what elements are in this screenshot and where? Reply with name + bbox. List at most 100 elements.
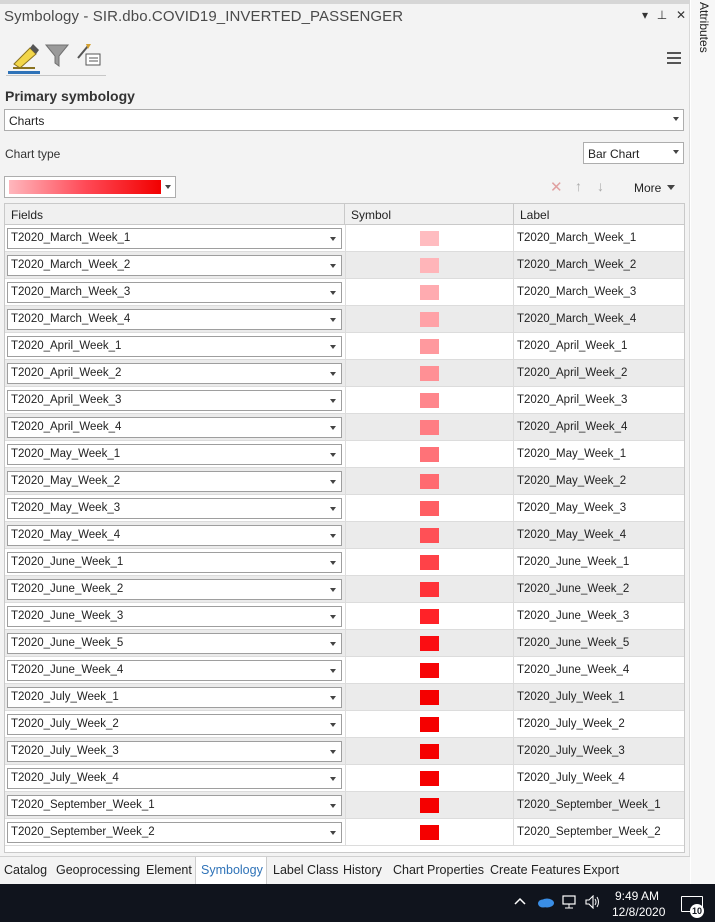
label-cell[interactable]: T2020_May_Week_4 xyxy=(517,529,626,541)
table-row[interactable]: T2020_July_Week_1 T2020_July_Week_1 xyxy=(5,684,684,711)
symbol-swatch[interactable] xyxy=(420,825,439,840)
symbol-swatch[interactable] xyxy=(420,555,439,570)
label-cell[interactable]: T2020_June_Week_1 xyxy=(517,556,629,568)
field-select[interactable]: T2020_June_Week_1 xyxy=(7,552,342,573)
field-select[interactable]: T2020_May_Week_1 xyxy=(7,444,342,465)
label-cell[interactable]: T2020_June_Week_3 xyxy=(517,610,629,622)
symbol-swatch[interactable] xyxy=(420,798,439,813)
table-row[interactable]: T2020_June_Week_2 T2020_June_Week_2 xyxy=(5,576,684,603)
vary-symbology-icon[interactable] xyxy=(74,40,104,70)
header-symbol[interactable]: Symbol xyxy=(345,204,514,224)
label-cell[interactable]: T2020_March_Week_1 xyxy=(517,232,636,244)
header-label[interactable]: Label xyxy=(514,204,684,224)
field-select[interactable]: T2020_March_Week_4 xyxy=(7,309,342,330)
field-select[interactable]: T2020_July_Week_1 xyxy=(7,687,342,708)
hamburger-menu-icon[interactable] xyxy=(667,52,681,64)
symbol-swatch[interactable] xyxy=(420,636,439,651)
field-select[interactable]: T2020_April_Week_1 xyxy=(7,336,342,357)
field-select[interactable]: T2020_September_Week_1 xyxy=(7,795,342,816)
label-cell[interactable]: T2020_April_Week_1 xyxy=(517,340,627,352)
table-row[interactable]: T2020_April_Week_3 T2020_April_Week_3 xyxy=(5,387,684,414)
primary-symbology-select[interactable]: Charts xyxy=(4,109,684,131)
symbol-swatch[interactable] xyxy=(420,393,439,408)
field-select[interactable]: T2020_April_Week_3 xyxy=(7,390,342,411)
table-row[interactable]: T2020_March_Week_2 T2020_March_Week_2 xyxy=(5,252,684,279)
field-select[interactable]: T2020_July_Week_3 xyxy=(7,741,342,762)
tab-create-features[interactable]: Create Features xyxy=(490,863,580,877)
tab-history[interactable]: History xyxy=(343,863,382,877)
network-icon[interactable] xyxy=(562,895,578,912)
header-fields[interactable]: Fields xyxy=(5,204,345,224)
label-cell[interactable]: T2020_March_Week_3 xyxy=(517,286,636,298)
label-cell[interactable]: T2020_June_Week_2 xyxy=(517,583,629,595)
symbol-swatch[interactable] xyxy=(420,447,439,462)
symbol-swatch[interactable] xyxy=(420,663,439,678)
table-row[interactable]: T2020_May_Week_2 T2020_May_Week_2 xyxy=(5,468,684,495)
tab-element[interactable]: Element xyxy=(146,863,192,877)
primary-symbology-tool-icon[interactable] xyxy=(10,40,40,70)
table-row[interactable]: T2020_May_Week_3 T2020_May_Week_3 xyxy=(5,495,684,522)
label-cell[interactable]: T2020_April_Week_4 xyxy=(517,421,627,433)
field-select[interactable]: T2020_April_Week_2 xyxy=(7,363,342,384)
field-select[interactable]: T2020_March_Week_3 xyxy=(7,282,342,303)
label-cell[interactable]: T2020_July_Week_1 xyxy=(517,691,625,703)
label-cell[interactable]: T2020_July_Week_4 xyxy=(517,772,625,784)
label-cell[interactable]: T2020_June_Week_5 xyxy=(517,637,629,649)
symbol-swatch[interactable] xyxy=(420,717,439,732)
table-row[interactable]: T2020_September_Week_2 T2020_September_We… xyxy=(5,819,684,846)
symbol-swatch[interactable] xyxy=(420,501,439,516)
filter-icon[interactable] xyxy=(42,40,72,70)
symbol-swatch[interactable] xyxy=(420,285,439,300)
table-row[interactable]: T2020_May_Week_4 T2020_May_Week_4 xyxy=(5,522,684,549)
move-up-icon[interactable]: ↑ xyxy=(575,178,582,194)
symbol-swatch[interactable] xyxy=(420,528,439,543)
label-cell[interactable]: T2020_July_Week_2 xyxy=(517,718,625,730)
table-row[interactable]: T2020_June_Week_5 T2020_June_Week_5 xyxy=(5,630,684,657)
label-cell[interactable]: T2020_March_Week_4 xyxy=(517,313,636,325)
chart-type-select[interactable]: Bar Chart xyxy=(583,142,684,164)
table-row[interactable]: T2020_July_Week_2 T2020_July_Week_2 xyxy=(5,711,684,738)
label-cell[interactable]: T2020_May_Week_1 xyxy=(517,448,626,460)
symbol-swatch[interactable] xyxy=(420,771,439,786)
symbol-swatch[interactable] xyxy=(420,744,439,759)
field-select[interactable]: T2020_May_Week_4 xyxy=(7,525,342,546)
label-cell[interactable]: T2020_April_Week_3 xyxy=(517,394,627,406)
table-row[interactable]: T2020_June_Week_3 T2020_June_Week_3 xyxy=(5,603,684,630)
remove-field-icon[interactable]: ✕ xyxy=(550,178,563,196)
more-button[interactable]: More xyxy=(634,181,676,195)
label-cell[interactable]: T2020_May_Week_2 xyxy=(517,475,626,487)
table-row[interactable]: T2020_April_Week_4 T2020_April_Week_4 xyxy=(5,414,684,441)
clock-time[interactable]: 9:49 AM xyxy=(615,889,659,903)
symbol-swatch[interactable] xyxy=(420,474,439,489)
symbol-swatch[interactable] xyxy=(420,690,439,705)
symbol-swatch[interactable] xyxy=(420,366,439,381)
pin-icon[interactable]: ⊥ xyxy=(655,8,669,22)
symbol-swatch[interactable] xyxy=(420,312,439,327)
field-select[interactable]: T2020_July_Week_2 xyxy=(7,714,342,735)
label-cell[interactable]: T2020_May_Week_3 xyxy=(517,502,626,514)
close-icon[interactable]: ✕ xyxy=(674,8,688,22)
label-cell[interactable]: T2020_June_Week_4 xyxy=(517,664,629,676)
field-select[interactable]: T2020_March_Week_1 xyxy=(7,228,342,249)
label-cell[interactable]: T2020_September_Week_2 xyxy=(517,826,661,838)
field-select[interactable]: T2020_March_Week_2 xyxy=(7,255,342,276)
tab-geoprocessing[interactable]: Geoprocessing xyxy=(56,863,140,877)
table-row[interactable]: T2020_March_Week_4 T2020_March_Week_4 xyxy=(5,306,684,333)
label-cell[interactable]: T2020_July_Week_3 xyxy=(517,745,625,757)
field-select[interactable]: T2020_June_Week_4 xyxy=(7,660,342,681)
table-row[interactable]: T2020_July_Week_4 T2020_July_Week_4 xyxy=(5,765,684,792)
table-row[interactable]: T2020_June_Week_1 T2020_June_Week_1 xyxy=(5,549,684,576)
move-down-icon[interactable]: ↓ xyxy=(597,178,604,194)
pane-menu-dropdown-icon[interactable]: ▾ xyxy=(638,8,652,22)
table-row[interactable]: T2020_May_Week_1 T2020_May_Week_1 xyxy=(5,441,684,468)
field-select[interactable]: T2020_June_Week_5 xyxy=(7,633,342,654)
field-select[interactable]: T2020_May_Week_2 xyxy=(7,471,342,492)
field-select[interactable]: T2020_April_Week_4 xyxy=(7,417,342,438)
label-cell[interactable]: T2020_March_Week_2 xyxy=(517,259,636,271)
table-row[interactable]: T2020_September_Week_1 T2020_September_We… xyxy=(5,792,684,819)
volume-icon[interactable] xyxy=(585,894,601,912)
tab-export[interactable]: Export xyxy=(583,863,619,877)
table-row[interactable]: T2020_March_Week_3 T2020_March_Week_3 xyxy=(5,279,684,306)
table-row[interactable]: T2020_April_Week_2 T2020_April_Week_2 xyxy=(5,360,684,387)
field-select[interactable]: T2020_May_Week_3 xyxy=(7,498,342,519)
